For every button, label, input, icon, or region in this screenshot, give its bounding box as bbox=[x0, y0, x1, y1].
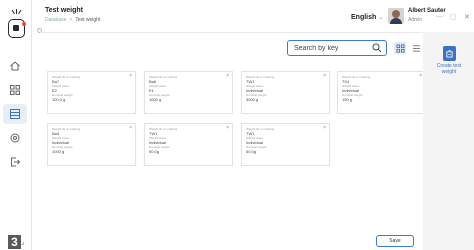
chevron-down-icon: ⌄ bbox=[378, 15, 384, 21]
logo-status-dot bbox=[22, 22, 26, 26]
home-icon bbox=[10, 61, 20, 71]
grid-view-icon bbox=[395, 43, 405, 53]
search-icon[interactable] bbox=[372, 43, 382, 53]
logout-icon bbox=[11, 157, 21, 167]
close-icon[interactable]: × bbox=[419, 73, 422, 79]
close-icon[interactable]: × bbox=[323, 125, 326, 131]
close-icon[interactable]: × bbox=[129, 125, 132, 131]
page-title: Test weight bbox=[45, 7, 83, 14]
nominal-weight-value: 150 g bbox=[342, 97, 353, 102]
weight-card[interactable]: × Weight ID or marking Ba7 Weight class … bbox=[47, 71, 136, 114]
breadcrumb-current: Test weight bbox=[75, 17, 101, 23]
search-box[interactable] bbox=[287, 40, 387, 56]
action-panel: Create test weight bbox=[423, 32, 474, 250]
close-icon[interactable]: × bbox=[226, 125, 229, 131]
create-test-weight-button[interactable] bbox=[443, 46, 456, 61]
language-select[interactable]: English ⌄ bbox=[351, 14, 383, 21]
close-icon[interactable]: × bbox=[226, 73, 229, 79]
settings-icon bbox=[10, 133, 20, 143]
apps-grid-icon bbox=[10, 85, 20, 95]
close-icon[interactable]: × bbox=[323, 73, 326, 79]
close-icon[interactable]: ✕ bbox=[464, 13, 470, 21]
weight-add-icon bbox=[446, 49, 453, 57]
grid-view-button[interactable] bbox=[394, 42, 406, 54]
rail-settings-button[interactable] bbox=[3, 128, 27, 148]
nominal-weight-value: 50,0g bbox=[149, 149, 160, 154]
user-role: Admin bbox=[408, 17, 423, 23]
search-input[interactable] bbox=[294, 44, 370, 52]
rail-database-button[interactable] bbox=[3, 104, 27, 124]
breadcrumb: Database > Test weight bbox=[45, 17, 100, 23]
nominal-weight-value: 100,0 g bbox=[52, 97, 66, 102]
nominal-weight-value: 3000 g bbox=[246, 97, 259, 102]
rail-home-button[interactable] bbox=[3, 56, 27, 76]
side-rail: 3 ⌟ bbox=[0, 0, 42, 250]
language-label: English bbox=[351, 14, 377, 21]
main-panel: × Weight ID or marking Ba7 Weight class … bbox=[40, 32, 426, 250]
app-window: 3 ⌟ Test weight Database > Test weight E… bbox=[0, 0, 474, 250]
weight-card[interactable]: × Weight ID or marking TW1 Weight class … bbox=[144, 123, 233, 166]
database-icon bbox=[10, 109, 20, 119]
create-test-weight-label[interactable]: Create test weight bbox=[429, 63, 469, 75]
close-icon[interactable]: × bbox=[129, 73, 132, 79]
nominal-weight-value: 1000 g bbox=[52, 149, 65, 154]
maximize-icon[interactable]: ▢ bbox=[450, 13, 457, 21]
rail-logout-button[interactable] bbox=[3, 152, 27, 172]
weight-card[interactable]: × Weight ID or marking TW1 Weight class … bbox=[241, 71, 330, 114]
breadcrumb-root[interactable]: Database bbox=[45, 17, 66, 23]
avatar[interactable] bbox=[388, 8, 404, 24]
logo-rays-icon bbox=[11, 9, 22, 15]
expand-icon[interactable]: ⌟ bbox=[21, 238, 24, 246]
list-view-icon bbox=[412, 44, 420, 52]
rail-apps-button[interactable] bbox=[3, 80, 27, 100]
header: Test weight Database > Test weight Engli… bbox=[40, 0, 474, 32]
weight-card[interactable]: × Weight ID or marking TW1 Weight class … bbox=[241, 123, 330, 166]
breadcrumb-separator: > bbox=[69, 17, 73, 23]
app-logo bbox=[8, 9, 26, 38]
weight-card[interactable]: × Weight ID or marking Ba6 Weight class … bbox=[144, 71, 233, 114]
nominal-weight-value: 50,0g bbox=[246, 149, 257, 154]
list-view-button[interactable] bbox=[410, 42, 422, 54]
nominal-weight-value: 1000 g bbox=[149, 97, 162, 102]
save-button[interactable]: Save bbox=[376, 235, 414, 247]
step-badge: 3 bbox=[8, 235, 21, 249]
weight-card[interactable]: × Weight ID or marking TK4 Weight class … bbox=[337, 71, 426, 114]
minimize-icon[interactable]: — bbox=[436, 13, 443, 20]
weight-card[interactable]: × Weight ID or marking Ba3 Weight class … bbox=[47, 123, 136, 166]
